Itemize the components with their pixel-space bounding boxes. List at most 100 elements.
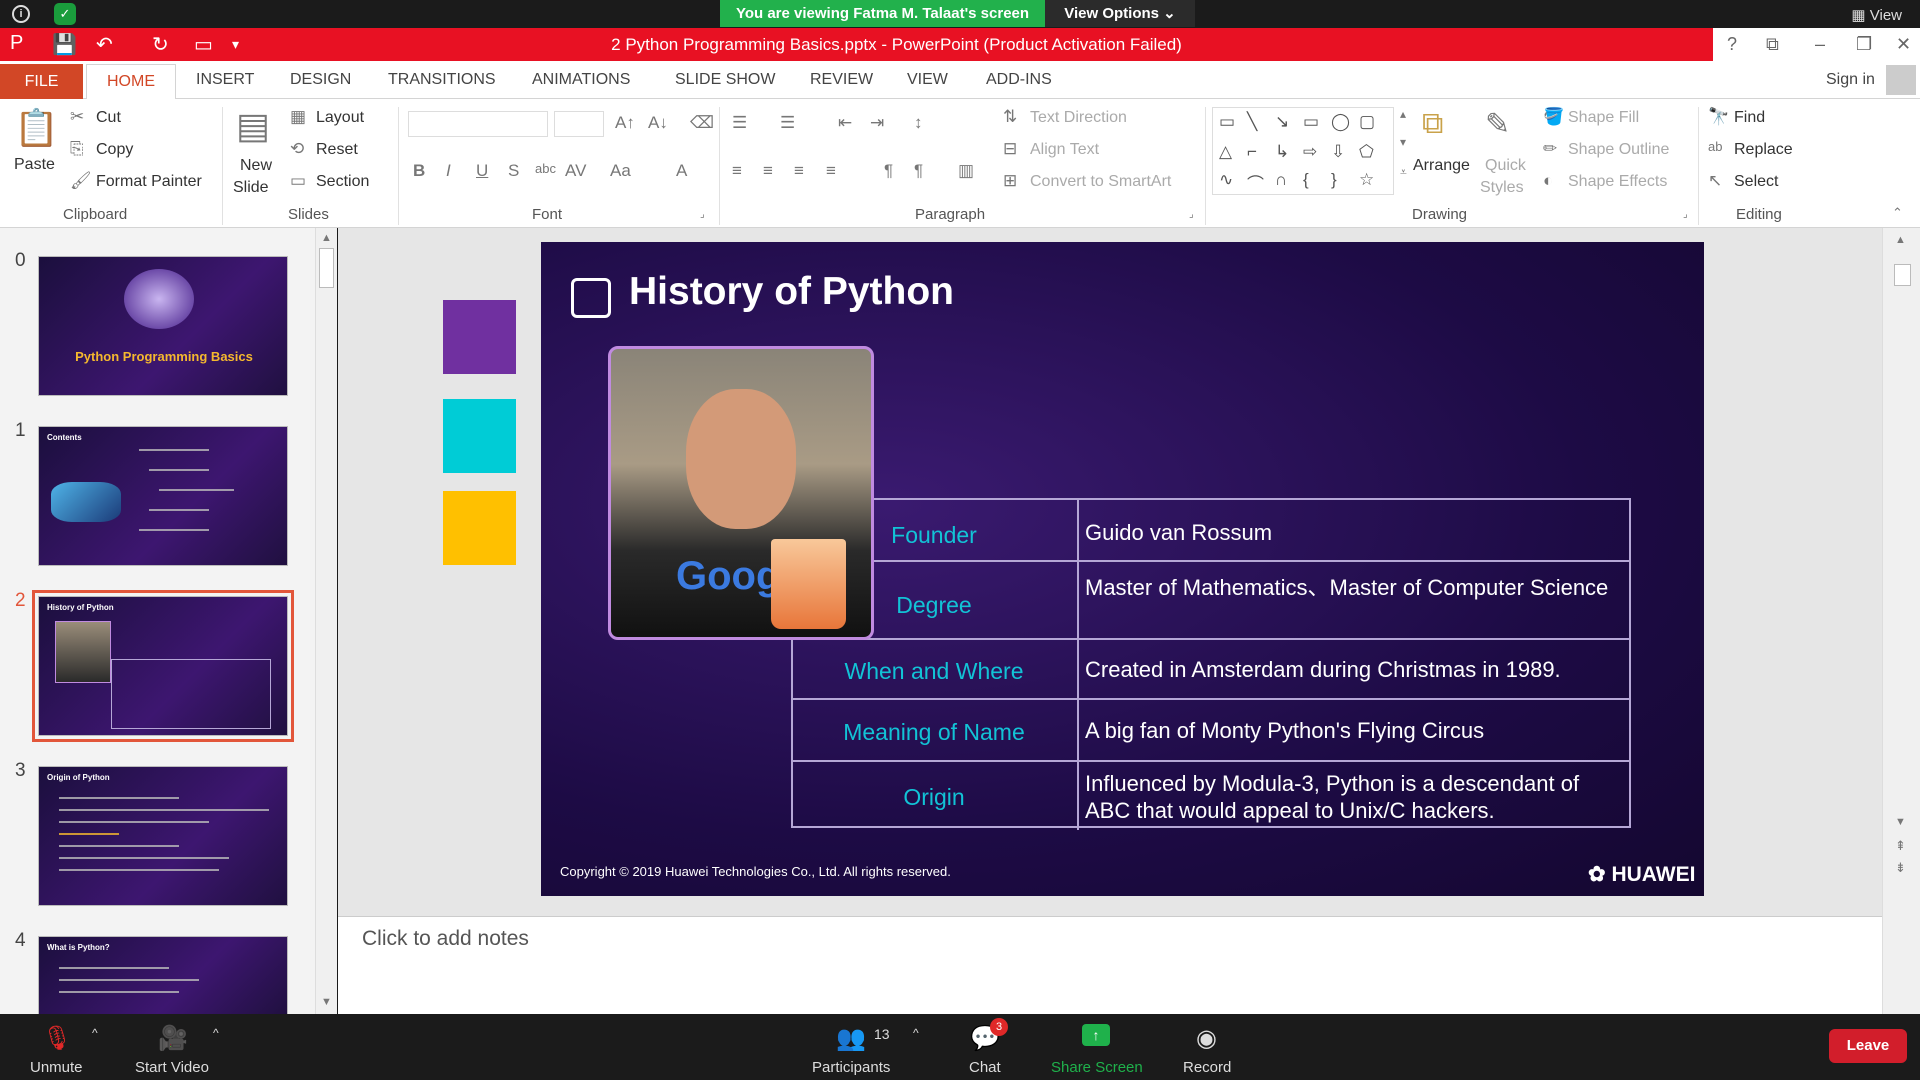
previous-slide-icon[interactable]: ⇞ [1895,838,1906,854]
tab-review[interactable]: REVIEW [810,71,873,89]
quick-styles-icon[interactable]: ✎ [1485,107,1510,142]
paragraph-dialog-launcher-icon[interactable]: ⌟ [1189,209,1194,220]
replace-button[interactable]: Replace [1734,141,1793,159]
sign-in-link[interactable]: Sign in [1826,71,1875,89]
text-direction-icon[interactable]: ⇅ [1003,107,1017,127]
decrease-indent-icon[interactable]: ⇤ [838,113,852,133]
minimize-icon[interactable]: – [1815,34,1825,55]
shadow-icon[interactable]: S [508,161,519,181]
yellow-swatch[interactable] [443,491,516,565]
triangle-icon[interactable]: △ [1219,142,1232,162]
layout-icon[interactable]: ▦ [290,107,306,127]
tab-home[interactable]: HOME [86,64,176,100]
slide-thumbnail-0[interactable]: Python Programming Basics [38,256,288,396]
shape-fill-icon[interactable]: 🪣 [1543,107,1564,127]
strikethrough-icon[interactable]: abc [535,161,556,176]
info-table[interactable]: Founder Guido van Rossum Degree Master o… [791,498,1631,830]
collapse-ribbon-icon[interactable]: ⌃ [1892,205,1903,221]
avatar[interactable] [1886,65,1916,95]
curve-icon[interactable]: ⌒ [1247,170,1264,195]
font-family-select[interactable] [408,111,548,137]
slide-thumbnail-3[interactable]: Origin of Python [38,766,288,906]
shape-outline-button[interactable]: Shape Outline [1568,141,1669,159]
section-button[interactable]: Section [316,173,369,191]
cut-button[interactable]: Cut [96,109,121,127]
ribbon-display-icon[interactable]: ⧉ [1766,34,1779,55]
bullets-icon[interactable]: ☰ [732,113,747,133]
format-painter-icon[interactable]: 🖌 [70,171,92,191]
arc-icon[interactable]: ∩ [1275,170,1287,190]
new-slide-icon[interactable]: ▤ [236,105,270,147]
font-color-icon[interactable]: A [676,161,687,181]
next-slide-icon[interactable]: ⇟ [1895,860,1906,876]
quick-styles-label-1[interactable]: Quick [1485,157,1526,175]
columns-icon[interactable]: ▥ [958,161,974,181]
paste-icon[interactable]: 📋 [14,107,59,149]
paste-button[interactable]: Paste [14,156,55,174]
left-brace-icon[interactable]: { [1303,170,1309,190]
line-spacing-icon[interactable]: ↕ [914,113,923,133]
right-brace-icon[interactable]: } [1331,170,1337,190]
scroll-down-icon[interactable]: ▼ [321,996,332,1008]
cut-icon[interactable]: ✂ [70,107,84,127]
rectangle-icon[interactable]: ▭ [1303,112,1319,132]
scroll-thumb[interactable] [319,248,334,288]
tab-slide-show[interactable]: SLIDE SHOW [675,71,775,89]
scroll-up-icon[interactable]: ▲ [1895,234,1906,246]
line-icon[interactable]: ╲ [1247,112,1257,132]
tab-view[interactable]: VIEW [907,71,948,89]
star-icon[interactable]: ☆ [1359,170,1374,190]
shape-fill-button[interactable]: Shape Fill [1568,109,1639,127]
video-options-icon[interactable]: ^ [213,1026,219,1040]
section-icon[interactable]: ▭ [290,171,306,191]
gallery-down-icon[interactable]: ▾ [1400,135,1406,149]
bold-icon[interactable]: B [413,161,425,181]
change-case-icon[interactable]: Aa [610,161,631,181]
copy-button[interactable]: Copy [96,141,133,159]
view-button[interactable]: ▦ View [1851,6,1902,24]
slide-thumbnail-1[interactable]: Contents [38,426,288,566]
shape-effects-button[interactable]: Shape Effects [1568,173,1667,191]
leave-button[interactable]: Leave [1829,1029,1907,1063]
underline-icon[interactable]: U [476,161,488,181]
cyan-swatch[interactable] [443,399,516,473]
justify-icon[interactable]: ≡ [826,161,836,181]
shape-outline-icon[interactable]: ✏ [1543,139,1557,159]
smartart-icon[interactable]: ⊞ [1003,171,1017,191]
arrange-icon[interactable]: ⧉ [1422,107,1443,141]
text-box-icon[interactable]: ▭ [1219,112,1235,132]
increase-indent-icon[interactable]: ⇥ [870,113,884,133]
share-screen-button[interactable]: Share Screen [1051,1059,1143,1076]
arrange-button[interactable]: Arrange [1413,157,1470,175]
align-text-button[interactable]: Align Text [1030,141,1099,159]
freeform-icon[interactable]: ⬠ [1359,142,1374,162]
scroll-down-icon[interactable]: ▼ [1895,816,1906,828]
purple-swatch[interactable] [443,300,516,374]
restore-icon[interactable]: ❐ [1856,34,1872,55]
find-icon[interactable]: 🔭 [1708,107,1729,127]
participants-button[interactable]: Participants [812,1059,890,1076]
arrow-line-icon[interactable]: ↘ [1275,112,1289,132]
scroll-thumb[interactable] [1894,264,1911,286]
grow-font-icon[interactable]: A↑ [615,113,635,133]
slide-thumbnail-2[interactable]: History of Python [38,596,288,736]
copy-icon[interactable]: ⎘ [70,139,84,159]
clear-formatting-icon[interactable]: ⌫ [690,113,714,133]
shrink-font-icon[interactable]: A↓ [648,113,668,133]
slide-scrollbar[interactable]: ▲ ▼ ⇞ ⇟ [1882,228,1920,1014]
elbow-arrow-icon[interactable]: ↳ [1275,142,1289,162]
char-spacing-icon[interactable]: AV [565,161,586,181]
scribble-icon[interactable]: ∿ [1219,170,1233,190]
new-slide-label-2[interactable]: Slide [233,179,269,197]
start-video-button[interactable]: Start Video [135,1059,209,1076]
right-arrow-icon[interactable]: ⇨ [1303,142,1317,162]
participants-options-icon[interactable]: ^ [913,1026,919,1040]
new-slide-label-1[interactable]: New [240,157,272,175]
scroll-up-icon[interactable]: ▲ [321,232,332,244]
layout-button[interactable]: Layout [316,109,364,127]
current-slide[interactable]: History of Python Founder Guido van Ross… [541,242,1704,896]
rtl-icon[interactable]: ¶ [914,161,923,181]
tab-add-ins[interactable]: ADD-INS [986,71,1052,89]
tab-animations[interactable]: ANIMATIONS [532,71,630,89]
convert-smartart-button[interactable]: Convert to SmartArt [1030,173,1171,191]
